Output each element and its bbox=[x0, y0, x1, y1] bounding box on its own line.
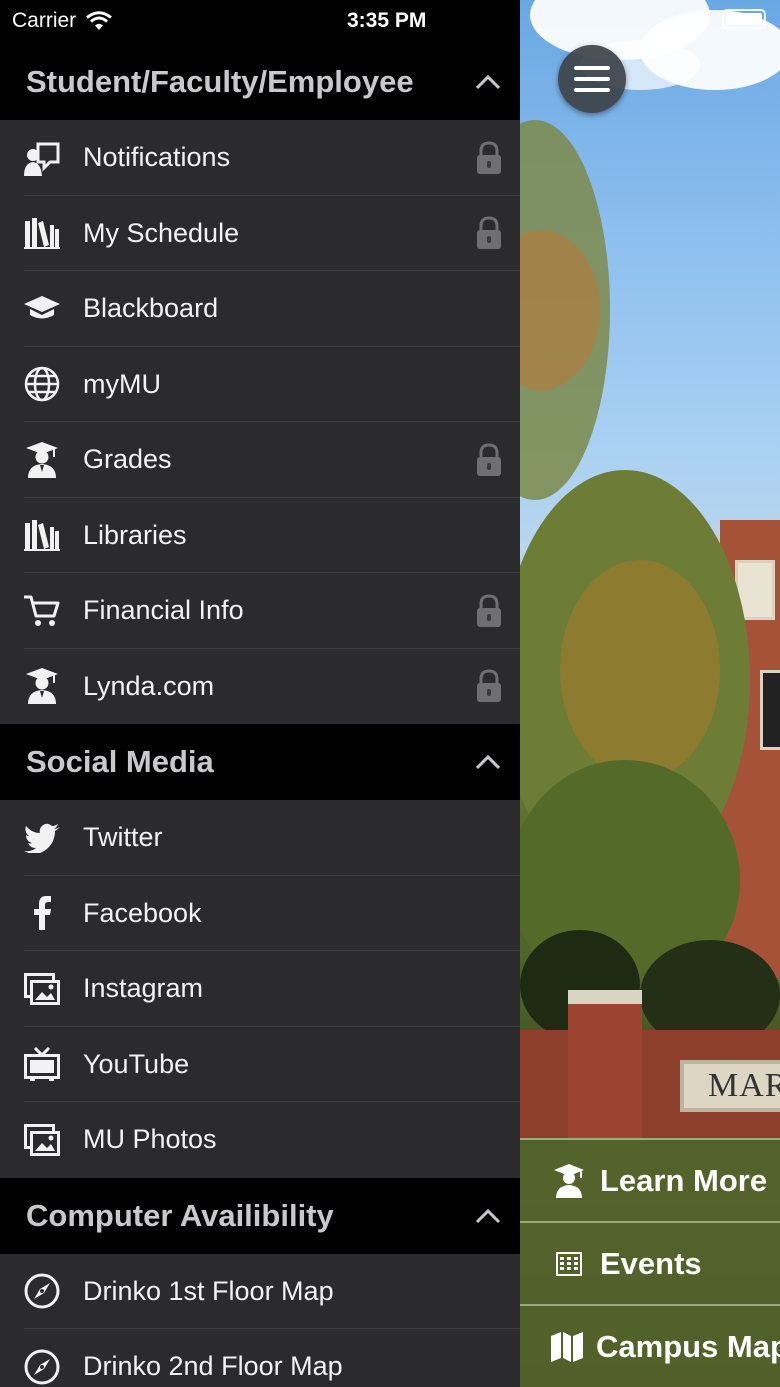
wifi-icon bbox=[86, 11, 113, 31]
menu-item-label: Financial Info bbox=[83, 595, 244, 626]
learn-more-label: Learn More bbox=[600, 1162, 768, 1198]
student-icon bbox=[550, 1163, 588, 1199]
student-icon bbox=[24, 441, 60, 478]
learn-more-button[interactable]: Learn More bbox=[520, 1138, 780, 1221]
menu-line bbox=[574, 77, 610, 81]
hamburger-menu-button[interactable] bbox=[558, 45, 626, 113]
campus-map-label: Campus Map bbox=[596, 1328, 780, 1364]
menu-item-instagram[interactable]: Instagram bbox=[0, 951, 520, 1027]
battery-icon bbox=[722, 9, 766, 29]
menu-item-label: Grades bbox=[83, 444, 172, 475]
section-header-social-media[interactable]: Social Media bbox=[0, 724, 520, 800]
map-icon bbox=[550, 1329, 584, 1365]
menu-item-twitter[interactable]: Twitter bbox=[0, 800, 520, 876]
menu-item-label: Libraries bbox=[83, 519, 187, 550]
chevron-up-icon[interactable] bbox=[474, 1202, 502, 1230]
lock-icon bbox=[476, 669, 502, 703]
menu-item-label: myMU bbox=[83, 368, 161, 399]
lock-icon bbox=[476, 594, 502, 628]
menu-item-label: Facebook bbox=[83, 897, 202, 928]
events-label: Events bbox=[600, 1245, 702, 1281]
events-button[interactable]: Events bbox=[520, 1221, 780, 1304]
menu-item-youtube[interactable]: YouTube bbox=[0, 1027, 520, 1103]
menu-item-label: Instagram bbox=[83, 973, 204, 1004]
menu-item-label: My Schedule bbox=[83, 217, 240, 248]
lock-icon bbox=[476, 216, 502, 250]
menu-item-label: Lynda.com bbox=[83, 670, 215, 701]
menu-item-financial-info[interactable]: Financial Info bbox=[0, 573, 520, 649]
section-list-computer-availibility: Drinko 1st Floor Map Drinko 2nd Floor Map bbox=[0, 1254, 520, 1387]
menu-item-drinko-2nd-floor-map[interactable]: Drinko 2nd Floor Map bbox=[0, 1329, 520, 1387]
books-icon bbox=[24, 517, 60, 553]
menu-item-grades[interactable]: Grades bbox=[0, 422, 520, 498]
twitter-icon bbox=[24, 820, 60, 856]
books-icon bbox=[24, 215, 60, 251]
chevron-up-icon[interactable] bbox=[474, 68, 502, 96]
bottom-menu: Learn More Events Campus Map bbox=[520, 1138, 780, 1387]
drawer-menu: Student/Faculty/Employee Notifications My … bbox=[0, 44, 520, 1387]
menu-item-notifications[interactable]: Notifications bbox=[0, 120, 520, 196]
section-header-computer-availibility[interactable]: Computer Availibility bbox=[0, 1177, 520, 1254]
photos-icon bbox=[24, 1122, 60, 1158]
carrier-indicator: Carrier bbox=[12, 9, 113, 33]
carrier-label: Carrier bbox=[12, 9, 77, 32]
menu-item-label: Drinko 2nd Floor Map bbox=[83, 1351, 343, 1382]
menu-item-facebook[interactable]: Facebook bbox=[0, 876, 520, 952]
clock: 3:35 PM bbox=[347, 9, 427, 32]
side-drawer: Carrier 3:35 PM Student/Faculty/Employee… bbox=[0, 0, 520, 1387]
globe-icon bbox=[24, 366, 60, 402]
menu-item-label: Twitter bbox=[83, 822, 163, 853]
notification-icon bbox=[24, 140, 60, 176]
menu-item-my-schedule[interactable]: My Schedule bbox=[0, 196, 520, 272]
cart-icon bbox=[24, 593, 60, 629]
lock-icon bbox=[476, 141, 502, 175]
graduation-cap-icon bbox=[24, 291, 60, 327]
menu-item-blackboard[interactable]: Blackboard bbox=[0, 271, 520, 347]
menu-item-label: Drinko 1st Floor Map bbox=[83, 1275, 334, 1306]
menu-item-label: Notifications bbox=[83, 142, 231, 173]
section-title: Social Media bbox=[26, 744, 214, 779]
student-icon bbox=[24, 668, 60, 705]
menu-item-mymu[interactable]: myMU bbox=[0, 347, 520, 423]
menu-item-label: MU Photos bbox=[83, 1124, 217, 1155]
section-title: Computer Availibility bbox=[26, 1197, 334, 1233]
lock-icon bbox=[476, 443, 502, 477]
brick-pillar bbox=[568, 990, 642, 1140]
menu-item-drinko-1st-floor-map[interactable]: Drinko 1st Floor Map bbox=[0, 1254, 520, 1330]
calendar-icon bbox=[550, 1246, 588, 1282]
menu-line bbox=[574, 66, 610, 70]
campus-sign: MAR bbox=[680, 1060, 780, 1112]
chevron-up-icon[interactable] bbox=[474, 748, 502, 776]
section-title: Student/Faculty/Employee bbox=[26, 64, 414, 99]
menu-item-label: Blackboard bbox=[83, 293, 219, 324]
compass-icon bbox=[24, 1349, 60, 1385]
campus-map-button[interactable]: Campus Map bbox=[520, 1304, 780, 1387]
menu-item-mu-photos[interactable]: MU Photos bbox=[0, 1102, 520, 1178]
menu-item-label: YouTube bbox=[83, 1048, 190, 1079]
menu-item-libraries[interactable]: Libraries bbox=[0, 498, 520, 574]
photos-icon bbox=[24, 971, 60, 1007]
status-bar: Carrier 3:35 PM bbox=[0, 0, 520, 44]
menu-line bbox=[574, 88, 610, 92]
section-list-student-faculty-employee: Notifications My Schedule Blackboard myMU Gr… bbox=[0, 120, 520, 724]
menu-item-lynda-com[interactable]: Lynda.com bbox=[0, 649, 520, 725]
section-list-social-media: Twitter Facebook Instagram YouTube MU Photos bbox=[0, 800, 520, 1178]
facebook-icon bbox=[24, 895, 60, 931]
tv-icon bbox=[24, 1046, 60, 1082]
compass-icon bbox=[24, 1273, 60, 1309]
section-header-student-faculty-employee[interactable]: Student/Faculty/Employee bbox=[0, 44, 520, 120]
